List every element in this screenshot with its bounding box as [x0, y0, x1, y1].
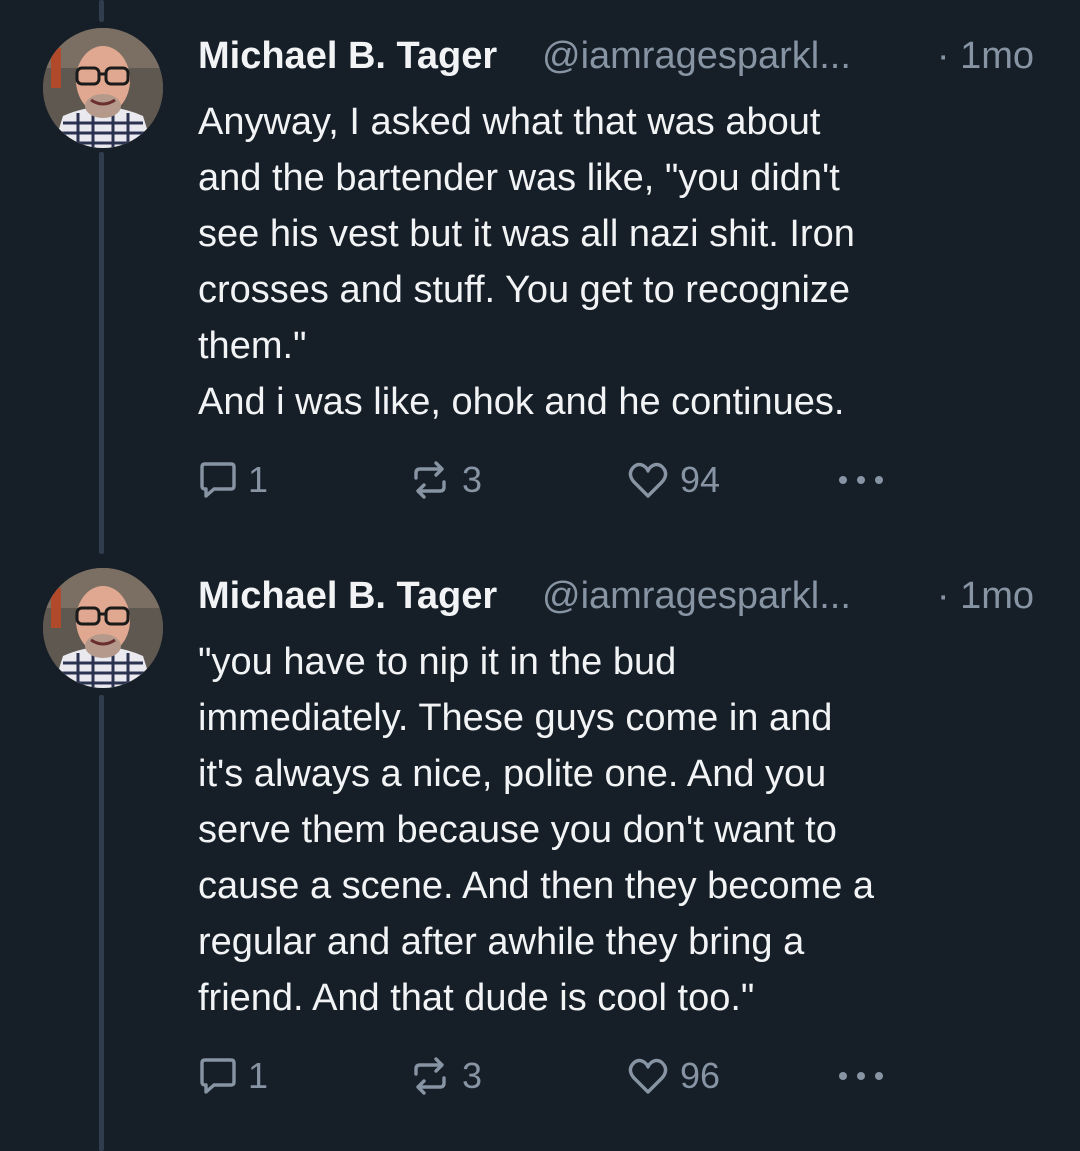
- heart-icon: [626, 1055, 670, 1097]
- author-name[interactable]: Michael B. Tager: [198, 32, 497, 80]
- more-icon: [836, 1066, 886, 1086]
- post-timestamp[interactable]: · 1mo: [937, 32, 1034, 80]
- author-handle[interactable]: @iamragesparkl...: [542, 32, 851, 80]
- post-text-line: cause a scene. And then they become a: [198, 865, 875, 907]
- repost-count: 3: [462, 459, 483, 500]
- post-text-line: crosses and stuff. You get to recognize: [198, 269, 851, 311]
- repost-count: 3: [462, 1055, 483, 1096]
- post-actions: 1 3 96: [196, 1052, 956, 1100]
- reply-icon: [196, 459, 238, 501]
- avatar[interactable]: [43, 28, 163, 148]
- post-timestamp[interactable]: · 1mo: [937, 572, 1034, 620]
- post[interactable]: Michael B. Tager @iamragesparkl... · 1mo…: [0, 568, 1080, 1128]
- post-text: "you have to nip it in the bud immediate…: [198, 634, 1048, 1026]
- like-count: 96: [680, 1055, 721, 1096]
- post-text: Anyway, I asked what that was about and …: [198, 94, 1048, 430]
- post-header: Michael B. Tager @iamragesparkl... · 1mo: [198, 32, 1048, 80]
- like-count: 94: [680, 459, 721, 500]
- like-button[interactable]: 94: [626, 456, 720, 504]
- more-options-button[interactable]: [836, 1052, 886, 1100]
- repost-icon: [408, 1055, 452, 1097]
- repost-button[interactable]: 3: [408, 1052, 482, 1100]
- post-text-line: friend. And that dude is cool too.": [198, 977, 755, 1019]
- post-text-line: see his vest but it was all nazi shit. I…: [198, 213, 855, 255]
- more-options-button[interactable]: [836, 456, 886, 504]
- reply-icon: [196, 1055, 238, 1097]
- post-text-line: serve them because you don't want to: [198, 809, 837, 851]
- repost-button[interactable]: 3: [408, 456, 482, 504]
- reply-button[interactable]: 1: [196, 456, 268, 504]
- post-actions: 1 3 94: [196, 456, 956, 504]
- post-text-line: regular and after awhile they bring a: [198, 921, 805, 963]
- post[interactable]: Michael B. Tager @iamragesparkl... · 1mo…: [0, 28, 1080, 528]
- author-handle[interactable]: @iamragesparkl...: [542, 572, 851, 620]
- more-icon: [836, 470, 886, 490]
- heart-icon: [626, 459, 670, 501]
- post-text-line: Anyway, I asked what that was about: [198, 101, 821, 143]
- post-header: Michael B. Tager @iamragesparkl... · 1mo: [198, 572, 1048, 620]
- post-text-line: immediately. These guys come in and: [198, 697, 833, 739]
- repost-icon: [408, 459, 452, 501]
- post-text-line: it's always a nice, polite one. And you: [198, 753, 827, 795]
- post-text-line: and the bartender was like, "you didn't: [198, 157, 840, 199]
- avatar[interactable]: [43, 568, 163, 688]
- thread-line-top: [99, 0, 104, 22]
- post-text-line: them.": [198, 325, 307, 367]
- reply-button[interactable]: 1: [196, 1052, 268, 1100]
- reply-count: 1: [248, 459, 269, 500]
- author-name[interactable]: Michael B. Tager: [198, 572, 497, 620]
- reply-count: 1: [248, 1055, 269, 1096]
- like-button[interactable]: 96: [626, 1052, 720, 1100]
- post-text-line: And i was like, ohok and he continues.: [198, 381, 845, 423]
- post-text-line: "you have to nip it in the bud: [198, 641, 677, 683]
